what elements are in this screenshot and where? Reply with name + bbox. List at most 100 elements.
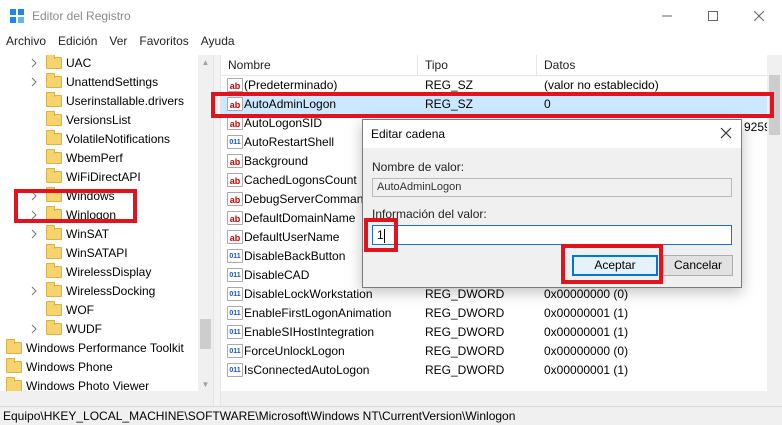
- chevron-right-icon[interactable]: [28, 209, 40, 221]
- value-name: DefaultUserName: [244, 230, 340, 244]
- tree-item[interactable]: WirelessDisplay: [28, 262, 151, 281]
- value-data-input[interactable]: 1: [372, 225, 732, 245]
- column-header-type[interactable]: Tipo: [418, 55, 537, 75]
- tree-item[interactable]: WinSATAPI: [28, 243, 128, 262]
- tree-item[interactable]: WOF: [28, 300, 94, 319]
- chevron-right-icon[interactable]: [28, 228, 40, 240]
- column-header-name[interactable]: Nombre: [221, 55, 418, 75]
- tree-scroll-thumb[interactable]: [200, 319, 211, 349]
- value-row[interactable]: ab (Predeterminado) REG_SZ (valor no establ…: [221, 76, 782, 95]
- tree-item-label: UnattendSettings: [66, 74, 159, 89]
- scroll-up-icon[interactable]: ▲: [201, 58, 210, 67]
- cancel-button[interactable]: Cancelar: [663, 255, 733, 276]
- minimize-button[interactable]: [644, 0, 690, 32]
- pane-splitter[interactable]: [213, 55, 221, 406]
- value-type: REG_DWORD: [425, 325, 505, 339]
- key-tree[interactable]: UAC UnattendSettings Userinstallable.drive…: [0, 55, 213, 406]
- tree-item[interactable]: WinSAT: [28, 224, 109, 243]
- value-name: DisableBackButton: [244, 249, 346, 263]
- binary-value-icon: 011: [227, 287, 243, 301]
- string-value-icon: ab: [227, 78, 243, 92]
- menu-ver[interactable]: Ver: [103, 32, 133, 50]
- binary-value-icon: 011: [227, 325, 243, 339]
- string-value-icon: ab: [227, 154, 243, 168]
- tree-item[interactable]: VolatileNotifications: [28, 129, 170, 148]
- tree-item[interactable]: Winlogon: [28, 205, 116, 224]
- folder-icon: [46, 243, 62, 259]
- value-data: 0x00000001 (1): [544, 363, 629, 377]
- value-name-label: Nombre de valor:: [372, 160, 465, 174]
- string-value-icon: ab: [227, 97, 243, 111]
- value-row[interactable]: 011 EnableFirstLogonAnimation REG_DWORD 0x0…: [221, 304, 782, 323]
- tree-item[interactable]: UAC: [28, 55, 91, 72]
- column-header-data[interactable]: Datos: [537, 55, 782, 75]
- tree-item-label: WinSATAPI: [66, 245, 128, 260]
- value-name: CachedLogonsCount: [244, 173, 357, 187]
- tree-item[interactable]: WUDF: [28, 319, 102, 338]
- tree-item-label: WirelessDisplay: [66, 264, 152, 279]
- value-name: Background: [244, 154, 309, 168]
- folder-icon: [46, 129, 62, 145]
- values-scroll-thumb[interactable]: [769, 75, 780, 135]
- values-horizontal-scrollbar[interactable]: [221, 391, 782, 406]
- close-window-button[interactable]: [736, 0, 782, 32]
- values-vertical-scrollbar[interactable]: [767, 55, 782, 391]
- menu-bar: Archivo Edición Ver Favoritos Ayuda: [0, 32, 782, 50]
- tree-item[interactable]: WiFiDirectAPI: [28, 167, 141, 186]
- tree-item[interactable]: VersionsList: [28, 110, 131, 129]
- value-row[interactable]: 011 IsConnectedAutoLogon REG_DWORD 0x000000…: [221, 361, 782, 380]
- value-name: AutoAdminLogon: [244, 97, 337, 111]
- value-name: AutoRestartShell: [244, 135, 335, 149]
- tree-vertical-scrollbar[interactable]: ▲ ▼: [198, 55, 213, 406]
- chevron-right-icon[interactable]: [28, 285, 40, 297]
- string-value-icon: ab: [227, 230, 243, 244]
- value-data: 0x00000001 (1): [544, 325, 629, 339]
- menu-edicion[interactable]: Edición: [52, 32, 103, 50]
- binary-value-icon: 011: [227, 344, 243, 358]
- tree-item-label: UAC: [66, 55, 92, 70]
- menu-ayuda[interactable]: Ayuda: [195, 32, 241, 50]
- binary-value-icon: 011: [227, 268, 243, 282]
- menu-favoritos[interactable]: Favoritos: [133, 32, 194, 50]
- chevron-right-icon[interactable]: [28, 76, 40, 88]
- maximize-icon: [708, 11, 718, 21]
- tree-item[interactable]: Userinstallable.drivers: [28, 91, 184, 110]
- title-bar: Editor del Registro: [0, 0, 782, 32]
- regedit-icon: [10, 9, 24, 23]
- chevron-right-icon[interactable]: [28, 190, 40, 202]
- tree-item[interactable]: UnattendSettings: [28, 72, 158, 91]
- value-name: DisableCAD: [244, 268, 310, 282]
- tree-item[interactable]: Windows Performance Toolkit: [6, 338, 184, 357]
- value-row[interactable]: 011 ForceUnlockLogon REG_DWORD 0x00000000 (…: [221, 342, 782, 361]
- maximize-button[interactable]: [690, 0, 736, 32]
- tree-item[interactable]: Windows: [28, 186, 115, 205]
- ok-button[interactable]: Aceptar: [572, 255, 658, 276]
- tree-horizontal-scrollbar[interactable]: [0, 391, 198, 406]
- tree-item[interactable]: WbemPerf: [28, 148, 123, 167]
- tree-item-label: VolatileNotifications: [66, 131, 171, 146]
- value-row[interactable]: 011 EnableSIHostIntegration REG_DWORD 0x000…: [221, 323, 782, 342]
- value-name: EnableSIHostIntegration: [244, 325, 375, 339]
- tree-item[interactable]: Windows Phone: [6, 357, 113, 376]
- dialog-title: Editar cadena: [371, 127, 446, 141]
- value-row[interactable]: ab AutoAdminLogon REG_SZ 0: [221, 95, 782, 114]
- menu-archivo[interactable]: Archivo: [0, 32, 52, 50]
- folder-icon: [6, 376, 22, 392]
- tree-item[interactable]: WirelessDocking: [28, 281, 155, 300]
- scroll-down-icon[interactable]: ▼: [201, 380, 210, 389]
- tree-item-label: WUDF: [66, 321, 102, 336]
- tree-item-label: WiFiDirectAPI: [66, 169, 141, 184]
- value-name: ForceUnlockLogon: [244, 344, 345, 358]
- close-icon[interactable]: [719, 126, 733, 140]
- chevron-right-icon[interactable]: [28, 323, 40, 335]
- folder-icon: [46, 224, 62, 240]
- chevron-right-icon[interactable]: [28, 57, 40, 69]
- value-data: 0x00000000 (0): [544, 344, 629, 358]
- value-name: DisableLockWorkstation: [244, 287, 373, 301]
- tree-item-label: WinSAT: [66, 226, 110, 241]
